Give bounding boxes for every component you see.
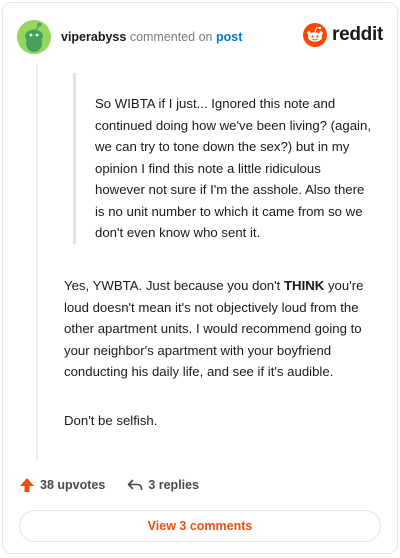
comment-paragraph-2: Don't be selfish. bbox=[64, 410, 380, 432]
view-comments-button[interactable]: View 3 comments bbox=[19, 510, 381, 542]
thread-line[interactable] bbox=[36, 63, 38, 461]
p1-text-end: you're loud doesn't mean it's not object… bbox=[64, 278, 364, 379]
reddit-snoo-icon bbox=[303, 23, 328, 47]
reply-count: 3 replies bbox=[148, 478, 200, 492]
snoo-avatar-icon bbox=[17, 20, 51, 54]
action-text: commented on bbox=[129, 30, 213, 44]
post-link[interactable]: post bbox=[216, 30, 242, 44]
brand-wordmark: reddit bbox=[332, 24, 383, 45]
comment-header: viperabyss commented on post reddit bbox=[17, 17, 383, 57]
upvote-button[interactable]: 38 upvotes bbox=[19, 477, 105, 493]
username[interactable]: viperabyss bbox=[61, 30, 126, 44]
p1-emphasis: THINK bbox=[284, 278, 325, 293]
comment-meta: viperabyss commented on post bbox=[61, 30, 242, 44]
reply-arrow-icon bbox=[128, 479, 143, 490]
comment-card: viperabyss commented on post reddit So W… bbox=[2, 2, 398, 554]
replies-button[interactable]: 3 replies bbox=[127, 477, 199, 493]
quote-body: So WIBTA if I just... Ignored this note … bbox=[95, 96, 371, 240]
quoted-text: So WIBTA if I just... Ignored this note … bbox=[73, 73, 373, 244]
reddit-logo[interactable]: reddit bbox=[303, 23, 383, 47]
comment-paragraph-1: Yes, YWBTA. Just because you don't THINK… bbox=[64, 275, 380, 383]
upvote-count: 38 upvotes bbox=[40, 478, 106, 492]
p2-text: Don't be selfish. bbox=[64, 413, 158, 428]
upvote-arrow-icon bbox=[20, 478, 34, 492]
p1-text-start: Yes, YWBTA. Just because you don't bbox=[64, 278, 284, 293]
avatar[interactable] bbox=[17, 20, 51, 54]
comment-actions: 38 upvotes 3 replies bbox=[19, 473, 381, 497]
